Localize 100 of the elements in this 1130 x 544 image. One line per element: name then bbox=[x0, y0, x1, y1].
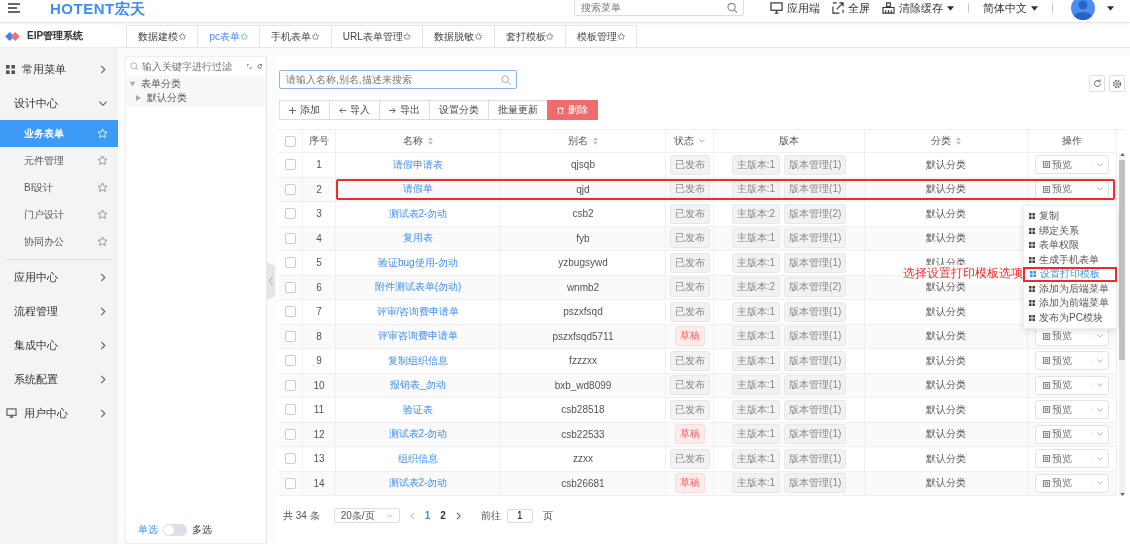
row-checkbox[interactable] bbox=[285, 477, 296, 489]
header-action[interactable]: 全屏 bbox=[831, 0, 870, 16]
form-name-link[interactable]: 测试表2-勿动 bbox=[388, 206, 448, 221]
preview-split-button[interactable]: 预览 bbox=[1035, 351, 1109, 371]
row-checkbox[interactable] bbox=[285, 208, 296, 220]
star-icon[interactable] bbox=[97, 182, 108, 193]
version-button[interactable]: 主版本:1 bbox=[731, 448, 781, 469]
row-checkbox[interactable] bbox=[285, 183, 296, 195]
sidebar-group[interactable]: 应用中心 bbox=[0, 260, 118, 294]
chevron-down-icon[interactable] bbox=[1091, 456, 1103, 461]
sidebar-group[interactable]: 系统配置 bbox=[0, 362, 118, 396]
version-button[interactable]: 主版本:1 bbox=[731, 399, 781, 420]
row-checkbox[interactable] bbox=[285, 428, 296, 440]
version-manage-button[interactable]: 版本管理(1) bbox=[784, 179, 847, 200]
tree-node[interactable]: 表单分类 bbox=[126, 77, 266, 91]
row-checkbox[interactable] bbox=[285, 330, 296, 342]
version-manage-button[interactable]: 版本管理(2) bbox=[784, 277, 847, 298]
preview-split-button[interactable]: 预览 bbox=[1035, 449, 1109, 469]
row-checkbox[interactable] bbox=[285, 453, 296, 465]
filter-field[interactable]: 输入关键字进行过滤 bbox=[130, 59, 242, 73]
sidebar-group[interactable]: 集成中心 bbox=[0, 328, 118, 362]
chevron-down-icon[interactable] bbox=[1091, 407, 1103, 412]
version-button[interactable]: 主版本:1 bbox=[731, 252, 781, 273]
preview-split-button[interactable]: 预览 bbox=[1035, 375, 1109, 395]
sort-icon[interactable] bbox=[593, 137, 598, 145]
preview-split-button[interactable]: 预览 bbox=[1035, 473, 1109, 493]
version-button[interactable]: 主版本:2 bbox=[731, 203, 781, 224]
row-checkbox[interactable] bbox=[285, 355, 296, 367]
version-manage-button[interactable]: 版本管理(1) bbox=[784, 228, 847, 249]
row-checkbox[interactable] bbox=[285, 404, 296, 416]
toolbar-button[interactable]: 导入 bbox=[329, 100, 380, 120]
toolbar-button[interactable]: 删除 bbox=[547, 100, 598, 120]
avatar[interactable] bbox=[1070, 0, 1095, 20]
header-action[interactable]: 清除缓存 bbox=[881, 0, 954, 16]
sidebar-item[interactable]: 协同办公 bbox=[0, 228, 118, 255]
header-action[interactable]: 简体中文 bbox=[982, 0, 1038, 16]
menu-item[interactable]: 设置打印模板 bbox=[1023, 267, 1117, 282]
form-name-link[interactable]: 测试表2-勿动 bbox=[388, 427, 448, 442]
version-manage-button[interactable]: 版本管理(1) bbox=[784, 473, 847, 494]
version-button[interactable]: 主版本:1 bbox=[731, 154, 781, 175]
version-button[interactable]: 主版本:1 bbox=[731, 473, 781, 494]
form-name-link[interactable]: 评审/咨询费申请单 bbox=[376, 304, 460, 319]
search-field[interactable]: 请输入名称,别名,描述来搜索 bbox=[279, 70, 517, 89]
scroll-down-icon[interactable] bbox=[1120, 493, 1125, 496]
toolbar-button[interactable]: 批量更新 bbox=[488, 100, 548, 120]
sidebar-item[interactable]: BI设计 bbox=[0, 174, 118, 201]
sort-icon[interactable] bbox=[956, 137, 961, 145]
version-manage-button[interactable]: 版本管理(1) bbox=[784, 350, 847, 371]
scroll-up-icon[interactable] bbox=[1120, 153, 1125, 156]
next-page-icon[interactable] bbox=[455, 511, 461, 520]
version-button[interactable]: 主版本:1 bbox=[731, 228, 781, 249]
toolbar-button[interactable]: 添加 bbox=[279, 100, 330, 120]
row-checkbox[interactable] bbox=[285, 379, 296, 391]
version-manage-button[interactable]: 版本管理(1) bbox=[784, 375, 847, 396]
preview-split-button[interactable]: 预览 bbox=[1035, 400, 1109, 420]
page-number[interactable]: 2 bbox=[440, 510, 446, 521]
sort-icon[interactable] bbox=[428, 137, 433, 145]
filter-icon[interactable] bbox=[699, 139, 705, 143]
version-button[interactable]: 主版本:1 bbox=[731, 350, 781, 371]
form-name-link[interactable]: 附件测试表单(勿动) bbox=[374, 280, 462, 295]
version-button[interactable]: 主版本:1 bbox=[731, 424, 781, 445]
row-checkbox[interactable] bbox=[285, 306, 296, 318]
sidebar-item[interactable]: 门户设计 bbox=[0, 201, 118, 228]
sidebar-group[interactable]: 设计中心 bbox=[0, 86, 118, 120]
sidebar-item[interactable]: 业务表单 bbox=[0, 120, 118, 147]
page-size-select[interactable]: 20条/页 bbox=[333, 508, 400, 523]
chevron-down-icon[interactable] bbox=[1091, 358, 1103, 363]
version-manage-button[interactable]: 版本管理(1) bbox=[784, 154, 847, 175]
toolbar-button[interactable]: 设置分类 bbox=[429, 100, 489, 120]
version-manage-button[interactable]: 版本管理(1) bbox=[784, 301, 847, 322]
preview-split-button[interactable]: 预览 bbox=[1035, 155, 1109, 175]
scrollbar[interactable] bbox=[1119, 153, 1125, 496]
row-checkbox[interactable] bbox=[285, 159, 296, 171]
version-manage-button[interactable]: 版本管理(1) bbox=[784, 252, 847, 273]
chevron-down-icon[interactable] bbox=[1091, 162, 1103, 167]
version-button[interactable]: 主版本:1 bbox=[731, 326, 781, 347]
row-checkbox[interactable] bbox=[285, 257, 296, 269]
row-checkbox[interactable] bbox=[285, 281, 296, 293]
form-name-link[interactable]: 请假单 bbox=[403, 182, 433, 197]
version-button[interactable]: 主版本:2 bbox=[731, 277, 781, 298]
form-name-link[interactable]: 验证bug使用-勿动 bbox=[378, 255, 458, 270]
page-input[interactable]: 1 bbox=[506, 508, 533, 523]
settings-button[interactable] bbox=[1109, 75, 1125, 92]
tree-node[interactable]: 默认分类 bbox=[126, 91, 266, 105]
toggle-switch[interactable] bbox=[163, 524, 187, 536]
chevron-down-icon[interactable] bbox=[1091, 187, 1103, 192]
toolbar-button[interactable]: 导出 bbox=[379, 100, 430, 120]
chevron-down-icon[interactable] bbox=[1091, 432, 1103, 437]
form-name-link[interactable]: 测试表2-勿动 bbox=[388, 476, 448, 491]
star-icon[interactable] bbox=[97, 155, 108, 166]
sidebar-group[interactable]: 用户中心 bbox=[0, 396, 118, 430]
preview-split-button[interactable]: 预览 bbox=[1035, 424, 1109, 444]
sidebar-item[interactable]: 元件管理 bbox=[0, 147, 118, 174]
version-manage-button[interactable]: 版本管理(1) bbox=[784, 399, 847, 420]
collapse-handle[interactable] bbox=[267, 262, 275, 300]
chevron-down-icon[interactable] bbox=[1091, 383, 1103, 388]
version-manage-button[interactable]: 版本管理(1) bbox=[784, 424, 847, 445]
star-icon[interactable] bbox=[97, 209, 108, 220]
row-checkbox[interactable] bbox=[285, 232, 296, 244]
version-manage-button[interactable]: 版本管理(2) bbox=[784, 203, 847, 224]
